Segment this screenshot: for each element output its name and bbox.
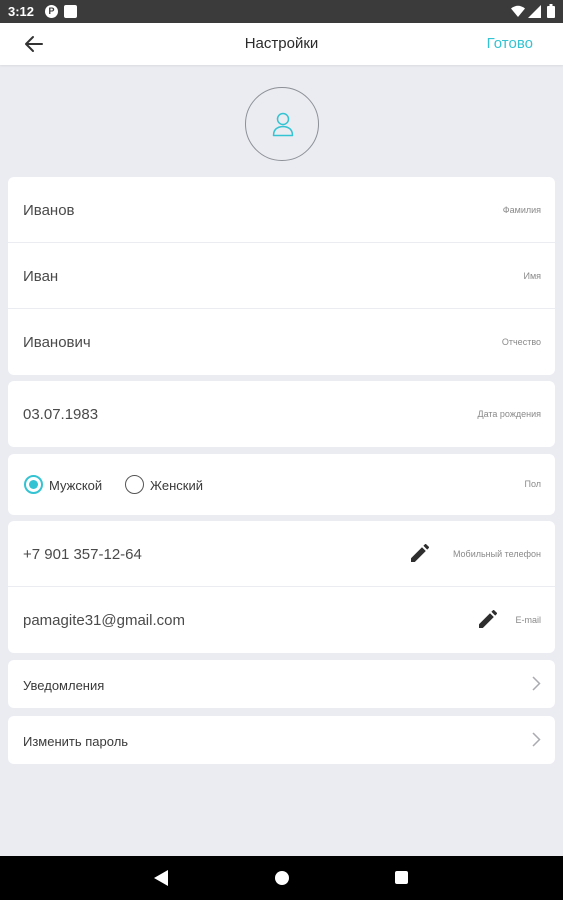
change-password-link[interactable]: Изменить пароль <box>23 734 128 749</box>
app-bar: Настройки Готово <box>0 23 563 65</box>
gender-label: Пол <box>524 479 541 489</box>
nav-recents-icon[interactable] <box>395 871 408 884</box>
nav-back-icon[interactable] <box>154 870 168 886</box>
edit-phone-icon[interactable] <box>411 544 429 562</box>
radio-unchecked-icon[interactable] <box>125 475 144 494</box>
wifi-icon <box>511 5 525 17</box>
status-time: 3:12 <box>8 4 35 19</box>
email-row[interactable]: pamagite31@gmail.com E-mail <box>8 587 555 653</box>
notifications-card[interactable]: Уведомления <box>8 660 555 708</box>
last-name-label: Фамилия <box>502 205 541 215</box>
middle-name-row[interactable]: Иванович Отчество <box>8 309 555 375</box>
gender-card: Мужской Женский Пол <box>8 454 555 515</box>
user-icon <box>272 112 294 137</box>
battery-icon <box>547 4 555 18</box>
last-name-value[interactable]: Иванов <box>23 202 75 219</box>
done-button[interactable]: Готово <box>487 35 533 52</box>
signal-icon <box>528 5 541 18</box>
phone-value[interactable]: +7 901 357-12-64 <box>23 546 142 563</box>
birthdate-card: 03.07.1983 Дата рождения <box>8 381 555 447</box>
system-nav-bar <box>0 856 563 900</box>
parking-notification-icon: P <box>45 5 58 18</box>
status-bar: 3:12 P <box>0 0 563 23</box>
gender-option-label: Мужской <box>49 478 103 493</box>
first-name-label: Имя <box>523 271 541 281</box>
email-value[interactable]: pamagite31@gmail.com <box>23 612 185 629</box>
notifications-link[interactable]: Уведомления <box>23 678 104 693</box>
chevron-right-icon <box>532 732 541 747</box>
radio-checked-icon[interactable] <box>24 475 43 494</box>
middle-name-label: Отчество <box>501 337 541 347</box>
birthdate-row[interactable]: 03.07.1983 Дата рождения <box>8 381 555 447</box>
email-label: E-mail <box>515 615 541 625</box>
phone-row[interactable]: +7 901 357-12-64 Мобильный телефон <box>8 521 555 587</box>
phone-label: Мобильный телефон <box>452 549 541 559</box>
birthdate-value[interactable]: 03.07.1983 <box>23 406 98 423</box>
gender-option-label: Женский <box>150 478 203 493</box>
chevron-right-icon <box>532 676 541 691</box>
first-name-row[interactable]: Иван Имя <box>8 243 555 309</box>
contacts-card: +7 901 357-12-64 Мобильный телефон pamag… <box>8 521 555 653</box>
avatar[interactable] <box>245 87 319 161</box>
page-title: Настройки <box>244 35 319 52</box>
last-name-row[interactable]: Иванов Фамилия <box>8 177 555 243</box>
personal-info-card: Иванов Фамилия Иван Имя Иванович Отчеств… <box>8 177 555 375</box>
notification-square-icon <box>64 5 77 18</box>
nav-home-icon[interactable] <box>275 871 289 885</box>
change-password-card[interactable]: Изменить пароль <box>8 716 555 764</box>
birthdate-label: Дата рождения <box>477 409 542 419</box>
middle-name-value[interactable]: Иванович <box>23 334 91 351</box>
edit-email-icon[interactable] <box>479 610 497 628</box>
first-name-value[interactable]: Иван <box>23 268 58 285</box>
